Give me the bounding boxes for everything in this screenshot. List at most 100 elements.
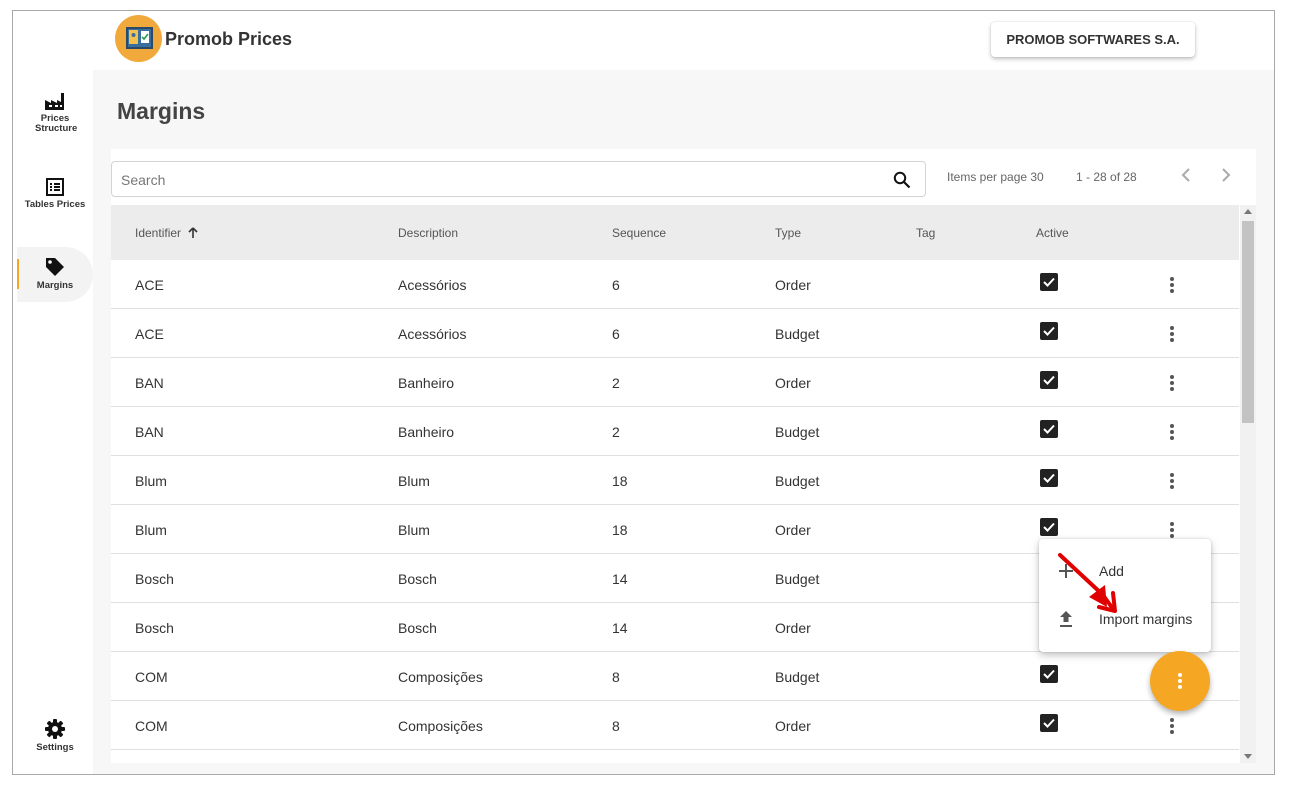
cell-sequence: 14 bbox=[612, 571, 628, 587]
cell-description: Bosch bbox=[398, 620, 437, 636]
cell-type: Order bbox=[775, 375, 811, 391]
table-row[interactable]: COM Composições 8 Order bbox=[111, 701, 1239, 750]
annotation-arrow-icon bbox=[1055, 551, 1125, 618]
chevron-right-icon[interactable] bbox=[1219, 167, 1233, 188]
cell-type: Order bbox=[775, 718, 811, 734]
row-more-icon[interactable] bbox=[1164, 717, 1180, 735]
cell-identifier: BAN bbox=[135, 375, 164, 391]
table-row[interactable]: BAN Banheiro 2 Order bbox=[111, 358, 1239, 407]
search-box bbox=[111, 161, 926, 197]
gear-icon bbox=[17, 718, 93, 740]
row-more-icon[interactable] bbox=[1164, 325, 1180, 343]
cell-description: Composições bbox=[398, 669, 483, 685]
top-bar: Promob Prices PROMOB SOFTWARES S.A. bbox=[93, 11, 1274, 70]
table-row[interactable]: ACE Acessórios 6 Budget bbox=[111, 309, 1239, 358]
sidebar-item-label: Margins bbox=[36, 280, 74, 291]
sidebar-item-tables-prices[interactable]: Tables Prices bbox=[17, 177, 93, 210]
cell-sequence: 18 bbox=[612, 473, 628, 489]
cell-description: Banheiro bbox=[398, 424, 455, 440]
cell-description: Banheiro bbox=[398, 375, 455, 391]
active-checkbox[interactable] bbox=[1040, 273, 1058, 291]
cell-identifier: Blum bbox=[135, 473, 167, 489]
page-title: Margins bbox=[117, 98, 206, 124]
cell-identifier: COM bbox=[135, 718, 168, 734]
cell-description: Bosch bbox=[398, 571, 437, 587]
column-header-sequence[interactable]: Sequence bbox=[612, 226, 666, 240]
cell-sequence: 8 bbox=[612, 718, 620, 734]
table-row[interactable]: ACE Acessórios 6 Order bbox=[111, 260, 1239, 309]
row-more-icon[interactable] bbox=[1164, 521, 1180, 539]
scroll-thumb[interactable] bbox=[1242, 221, 1254, 423]
scroll-down-icon[interactable] bbox=[1244, 754, 1252, 759]
cell-description: Acessórios bbox=[398, 277, 467, 293]
active-checkbox[interactable] bbox=[1040, 665, 1058, 683]
app-logo-icon bbox=[115, 15, 162, 62]
cell-type: Budget bbox=[775, 571, 820, 587]
active-checkbox[interactable] bbox=[1040, 322, 1058, 340]
column-header-identifier[interactable]: Identifier bbox=[135, 226, 198, 242]
sort-arrow-up-icon bbox=[188, 227, 198, 242]
margins-table-card: Items per page 30 1 - 28 of 28 Identifie… bbox=[111, 149, 1256, 763]
column-header-type[interactable]: Type bbox=[775, 226, 801, 240]
column-header-tag[interactable]: Tag bbox=[916, 226, 935, 240]
table-row[interactable]: BAN Banheiro 2 Budget bbox=[111, 407, 1239, 456]
chevron-left-icon[interactable] bbox=[1179, 167, 1193, 188]
app-frame: Prices Structure Tables Prices Margins S… bbox=[12, 10, 1275, 775]
more-vertical-icon bbox=[1178, 673, 1182, 691]
list-icon bbox=[17, 177, 93, 197]
cell-sequence: 2 bbox=[612, 375, 620, 391]
sidebar-item-settings[interactable]: Settings bbox=[17, 718, 93, 753]
cell-type: Budget bbox=[775, 424, 820, 440]
cell-description: Blum bbox=[398, 473, 430, 489]
cell-type: Budget bbox=[775, 326, 820, 342]
active-checkbox[interactable] bbox=[1040, 469, 1058, 487]
items-per-page[interactable]: Items per page 30 bbox=[947, 170, 1044, 184]
cell-identifier: Bosch bbox=[135, 571, 174, 587]
cell-sequence: 6 bbox=[612, 326, 620, 342]
column-header-active[interactable]: Active bbox=[1036, 226, 1069, 240]
cell-identifier: COM bbox=[135, 669, 168, 685]
active-checkbox[interactable] bbox=[1040, 714, 1058, 732]
active-checkbox[interactable] bbox=[1040, 420, 1058, 438]
cell-sequence: 8 bbox=[612, 669, 620, 685]
sidebar: Prices Structure Tables Prices Margins S… bbox=[13, 11, 93, 774]
cell-description: Blum bbox=[398, 522, 430, 538]
sidebar-item-label: Tables Prices bbox=[24, 199, 86, 210]
cell-type: Order bbox=[775, 620, 811, 636]
cell-type: Budget bbox=[775, 669, 820, 685]
company-button[interactable]: PROMOB SOFTWARES S.A. bbox=[991, 22, 1195, 57]
scroll-up-icon[interactable] bbox=[1244, 209, 1252, 214]
cell-identifier: Blum bbox=[135, 522, 167, 538]
active-checkbox[interactable] bbox=[1040, 371, 1058, 389]
table-row[interactable]: Blum Blum 18 Budget bbox=[111, 456, 1239, 505]
factory-icon bbox=[17, 91, 93, 111]
cell-sequence: 2 bbox=[612, 424, 620, 440]
cell-identifier: BAN bbox=[135, 424, 164, 440]
column-header-description[interactable]: Description bbox=[398, 226, 458, 240]
vertical-scrollbar[interactable] bbox=[1240, 205, 1256, 763]
app-title: Promob Prices bbox=[165, 29, 293, 49]
cell-sequence: 18 bbox=[612, 522, 628, 538]
sidebar-item-label: Settings bbox=[36, 742, 74, 753]
fab-more-button[interactable] bbox=[1150, 651, 1210, 711]
row-more-icon[interactable] bbox=[1164, 472, 1180, 490]
tag-icon bbox=[17, 256, 93, 278]
cell-type: Order bbox=[775, 277, 811, 293]
cell-description: Composições bbox=[398, 718, 483, 734]
table-row[interactable]: COM Composições 8 Budget bbox=[111, 652, 1239, 701]
cell-description: Acessórios bbox=[398, 326, 467, 342]
active-checkbox[interactable] bbox=[1040, 518, 1058, 536]
page-range: 1 - 28 of 28 bbox=[1076, 170, 1137, 184]
row-more-icon[interactable] bbox=[1164, 276, 1180, 294]
search-input[interactable] bbox=[121, 170, 861, 190]
search-icon[interactable] bbox=[893, 171, 911, 194]
row-more-icon[interactable] bbox=[1164, 423, 1180, 441]
cell-identifier: Bosch bbox=[135, 620, 174, 636]
sidebar-item-margins[interactable]: Margins bbox=[17, 247, 93, 302]
sidebar-item-label: Prices Structure bbox=[35, 113, 78, 134]
cell-identifier: ACE bbox=[135, 277, 164, 293]
row-more-icon[interactable] bbox=[1164, 374, 1180, 392]
cell-type: Order bbox=[775, 522, 811, 538]
table-header: Identifier Description Sequence Type Tag… bbox=[111, 205, 1239, 260]
sidebar-item-prices-structure[interactable]: Prices Structure bbox=[17, 91, 93, 134]
